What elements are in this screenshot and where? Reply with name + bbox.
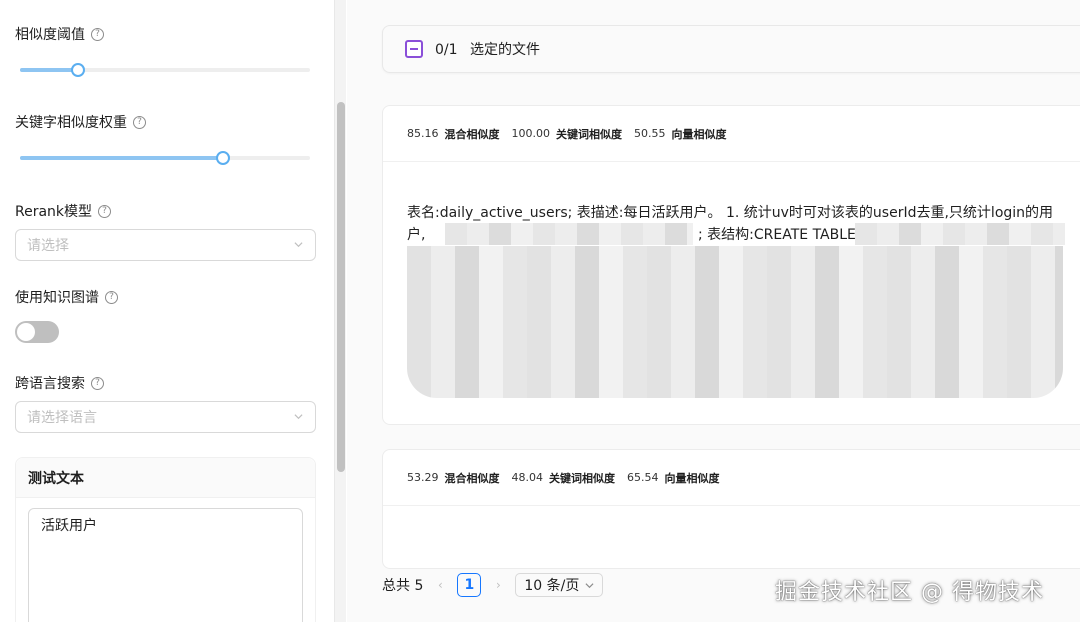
result-card[interactable]: 85.16 混合相似度 100.00 关键词相似度 50.55 向量相似度 表名…	[382, 105, 1080, 425]
chevron-down-icon	[294, 414, 303, 420]
next-page-icon[interactable]: ›	[491, 578, 505, 592]
select-all-checkbox[interactable]	[405, 40, 423, 58]
selected-files-bar: 0/1 选定的文件	[382, 25, 1080, 73]
slider-fill	[20, 68, 78, 72]
scrollbar-thumb[interactable]	[337, 102, 345, 472]
cross-language-label: 跨语言搜索 ?	[15, 373, 104, 393]
test-text-title: 测试文本	[16, 458, 315, 498]
knowledge-graph-toggle[interactable]	[15, 321, 59, 343]
result-text-line: ; 表结构:CREATE TABLE	[698, 227, 856, 243]
language-select[interactable]: 请选择语言	[15, 401, 316, 433]
keyword-score: 100.00	[511, 127, 551, 140]
similarity-threshold-label: 相似度阈值 ?	[15, 24, 104, 44]
keyword-weight-label: 关键字相似度权重 ?	[15, 112, 146, 132]
keyword-weight-slider[interactable]	[20, 151, 310, 165]
toggle-knob	[17, 323, 35, 341]
similarity-threshold-slider[interactable]	[20, 63, 310, 77]
total-count: 总共 5	[382, 578, 424, 594]
vector-label: 向量相似度	[664, 471, 720, 485]
vector-label: 向量相似度	[671, 127, 727, 141]
redacted-region	[445, 223, 693, 245]
redacted-region	[855, 223, 1065, 245]
prev-page-icon[interactable]: ‹	[433, 578, 447, 592]
vector-score: 50.55	[634, 127, 666, 140]
keyword-score: 48.04	[511, 471, 544, 484]
slider-handle[interactable]	[216, 151, 230, 165]
redacted-region	[407, 246, 1063, 398]
rerank-select[interactable]: 请选择	[15, 229, 316, 261]
watermark: 掘金技术社区 @ 得物技术	[775, 580, 1044, 605]
slider-handle[interactable]	[71, 63, 85, 77]
result-text-line: 表名:daily_active_users; 表描述:每日活跃用户。 1. 统计…	[407, 205, 1054, 221]
settings-panel: 相似度阈值 ? 关键字相似度权重 ? Rerank模型 ? 请选择 使用知识图谱…	[0, 0, 334, 622]
pagination: 总共 5 ‹ 1 › 10 条/页	[382, 573, 604, 597]
keyword-label: 关键词相似度	[549, 471, 615, 485]
help-icon[interactable]: ?	[91, 376, 104, 390]
result-scores: 85.16 混合相似度 100.00 关键词相似度 50.55 向量相似度	[383, 106, 1080, 162]
vector-score: 65.54	[627, 471, 659, 484]
help-icon[interactable]: ?	[133, 115, 146, 129]
scrollbar-track[interactable]	[334, 0, 346, 622]
slider-fill	[20, 156, 223, 160]
hybrid-score: 53.29	[407, 471, 439, 484]
rerank-label: Rerank模型 ?	[15, 201, 112, 221]
selection-count: 0/1	[435, 42, 458, 58]
help-icon[interactable]: ?	[105, 290, 118, 304]
help-icon[interactable]: ?	[98, 204, 112, 218]
result-text-line: 户,	[407, 227, 426, 243]
page-size-select[interactable]: 10 条/页	[515, 573, 604, 597]
hybrid-label: 混合相似度	[444, 471, 500, 485]
keyword-label: 关键词相似度	[556, 127, 622, 141]
result-card[interactable]: 53.29 混合相似度 48.04 关键词相似度 65.54 向量相似度	[382, 449, 1080, 569]
chevron-down-icon	[585, 582, 594, 588]
chevron-down-icon	[294, 242, 303, 248]
result-scores: 53.29 混合相似度 48.04 关键词相似度 65.54 向量相似度	[383, 450, 1080, 506]
help-icon[interactable]: ?	[91, 27, 104, 41]
page-button[interactable]: 1	[457, 573, 482, 597]
hybrid-label: 混合相似度	[444, 127, 500, 141]
hybrid-score: 85.16	[407, 127, 439, 140]
test-text-card: 测试文本	[15, 457, 316, 622]
selection-label: 选定的文件	[469, 42, 540, 58]
knowledge-graph-label: 使用知识图谱 ?	[15, 287, 118, 307]
results-panel: 0/1 选定的文件 85.16 混合相似度 100.00 关键词相似度 50.5…	[347, 0, 1080, 622]
test-text-input[interactable]	[28, 508, 303, 622]
